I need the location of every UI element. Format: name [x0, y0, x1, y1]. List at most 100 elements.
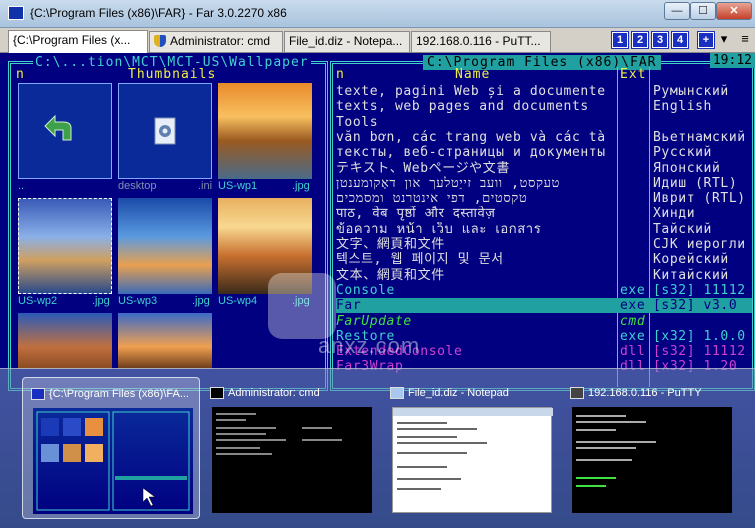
tab-admin-cmd[interactable]: Administrator: cmd [149, 31, 283, 52]
thumb-parent-dir[interactable] [18, 83, 112, 179]
file-name: texte, pagini Web și a documente [336, 84, 606, 99]
file-name: văn bơn, các trang web và các tà [336, 129, 606, 145]
file-name: FarUpdate [336, 313, 412, 329]
file-row[interactable]: Tools [336, 115, 752, 130]
file-row[interactable]: văn bơn, các trang web và các tà Вьетнамс… [336, 130, 752, 145]
file-name: тексты, веб-страницы и документы [336, 145, 606, 161]
thumb-ext-desktop: .ini [198, 180, 213, 192]
console-2-button[interactable]: 2 [631, 31, 649, 49]
tab-notepad[interactable]: File_id.diz - Notepa... [284, 31, 410, 52]
file-name: テキスト、Webページや文書 [336, 160, 510, 176]
thumb-ext-wp2: .jpg [92, 295, 110, 307]
file-ext: exe [620, 298, 646, 314]
tab-putty[interactable]: 192.168.0.116 - PuTT... [411, 31, 551, 52]
close-button[interactable]: ✕ [716, 2, 752, 20]
tab-label: Administrator: cmd [170, 34, 271, 48]
file-row[interactable]: тексты, веб-страницы и документы Русский [336, 145, 752, 160]
watermark-logo [268, 273, 336, 339]
preview-thumbnail [212, 407, 372, 513]
far-app-icon [31, 388, 45, 400]
thumb-us-wp6[interactable] [118, 313, 212, 369]
file-name: 文字、網頁和文件 [336, 237, 445, 252]
file-name: 텍스트, 웹 페이지 및 문서 [336, 252, 504, 268]
thumb-label-wp4: US-wp4 [218, 295, 258, 307]
preview-far[interactable]: {C:\Program Files (x86)\FA... [22, 377, 200, 519]
preview-putty[interactable]: 192.168.0.116 - PuTTY [562, 377, 740, 519]
right-col-ext: Ext [620, 67, 647, 82]
menu-icon[interactable]: ≡ [737, 32, 753, 48]
file-name: Far [336, 298, 362, 314]
file-desc: Иврит (RTL) [653, 191, 746, 207]
file-desc: Тайский [653, 221, 712, 237]
file-ext: dll [620, 344, 646, 360]
file-row[interactable]: पाठ, वेब पृष्ठों और दस्तावेज़ Хинди [336, 206, 752, 221]
file-row[interactable]: texte, pagini Web și a documente Румынски… [336, 84, 752, 99]
preview-title: Administrator: cmd [228, 387, 320, 399]
file-desc: [x32] 1.0.0 [653, 328, 746, 344]
preview-title: File_id.diz - Notepad [408, 387, 509, 399]
settings-file-icon [154, 117, 176, 145]
file-name: 文本、網頁和文件 [336, 267, 445, 283]
file-row[interactable]: FarUpdate cmd [336, 314, 752, 329]
file-row[interactable]: טקסטים, דפי אינטרנט ומסמכים Иврит (RTL) [336, 191, 752, 206]
thumb-us-wp3[interactable] [118, 198, 212, 294]
thumb-us-wp1[interactable] [218, 83, 312, 179]
notepad-icon [390, 387, 404, 399]
preview-thumbnail [392, 407, 553, 513]
thumb-us-wp5[interactable] [18, 313, 112, 369]
file-ext: exe [620, 282, 646, 298]
thumb-label-wp1: US-wp1 [218, 180, 258, 192]
console-tab-bar: {C:\Program Files (x... Administrator: c… [0, 28, 755, 53]
file-row[interactable]: 텍스트, 웹 페이지 및 문서 Корейский [336, 252, 752, 267]
file-desc: [s32] 11112 [653, 344, 746, 360]
file-ext: exe [620, 328, 646, 344]
file-row[interactable]: Console exe [s32] 11112 [336, 283, 752, 298]
thumb-desktop-ini[interactable] [118, 83, 212, 179]
console-4-button[interactable]: 4 [671, 31, 689, 49]
file-desc: CJK иерогли [653, 237, 746, 252]
file-row[interactable]: Far exe [s32] v3.0 [336, 298, 752, 314]
cursor-icon [142, 487, 156, 507]
file-row[interactable]: texts, web pages and documents English [336, 99, 752, 114]
preview-cmd[interactable]: Administrator: cmd [202, 377, 380, 519]
file-ext: cmd [620, 313, 646, 329]
minimize-button[interactable]: — [664, 2, 690, 20]
file-name: ข้อความ หน้า เว็บ และ เอกสาร [336, 221, 542, 237]
thumb-ext-wp3: .jpg [192, 295, 210, 307]
file-desc: [s32] 11112 [653, 282, 746, 298]
maximize-button[interactable]: ☐ [690, 2, 716, 20]
thumb-label-wp3: US-wp3 [118, 295, 158, 307]
file-desc: Румынский [653, 84, 729, 99]
tab-label: {C:\Program Files (x... [13, 33, 131, 47]
tab-far[interactable]: {C:\Program Files (x... [8, 30, 148, 53]
watermark-text: anxz.com [318, 333, 421, 358]
file-row[interactable]: ข้อความ หน้า เว็บ และ เอกสาร Тайский [336, 222, 752, 237]
new-console-icon[interactable]: + [697, 31, 715, 49]
file-desc: Хинди [653, 206, 696, 222]
file-name: Console [336, 282, 395, 298]
tab-label: File_id.diz - Notepa... [289, 34, 403, 48]
file-desc: [s32] v3.0 [653, 298, 738, 314]
thumb-us-wp2[interactable] [18, 198, 112, 294]
file-desc: Японский [653, 160, 721, 176]
console-1-button[interactable]: 1 [611, 31, 629, 49]
preview-notepad[interactable]: File_id.diz - Notepad [382, 377, 560, 519]
cmd-icon [210, 387, 224, 399]
file-name: טעקסט, וועב זייַטלעך און דאָקומענטן [336, 175, 560, 191]
window-titlebar[interactable]: {C:\Program Files (x86)\FAR} - Far 3.0.2… [0, 0, 755, 28]
file-name: Tools [336, 114, 379, 130]
file-desc: Вьетнамский [653, 129, 746, 145]
file-row[interactable]: テキスト、Webページや文書 Японский [336, 161, 752, 176]
preview-title: 192.168.0.116 - PuTTY [588, 387, 702, 399]
file-row[interactable]: טעקסט, וועב זייַטלעך און דאָקומענטן Идиш … [336, 176, 752, 191]
file-row[interactable]: 文字、網頁和文件 CJK иерогли [336, 237, 752, 252]
left-col-n: n [16, 67, 25, 82]
file-row[interactable]: 文本、網頁和文件 Китайский [336, 268, 752, 283]
file-name: טקסטים, דפי אינטרנט ומסמכים [336, 191, 528, 207]
file-desc: Русский [653, 145, 712, 161]
shield-icon [154, 35, 166, 47]
thumb-label-parent: .. [18, 180, 25, 192]
console-3-button[interactable]: 3 [651, 31, 669, 49]
putty-icon [570, 387, 584, 399]
dropdown-icon[interactable]: ▾ [716, 32, 732, 48]
